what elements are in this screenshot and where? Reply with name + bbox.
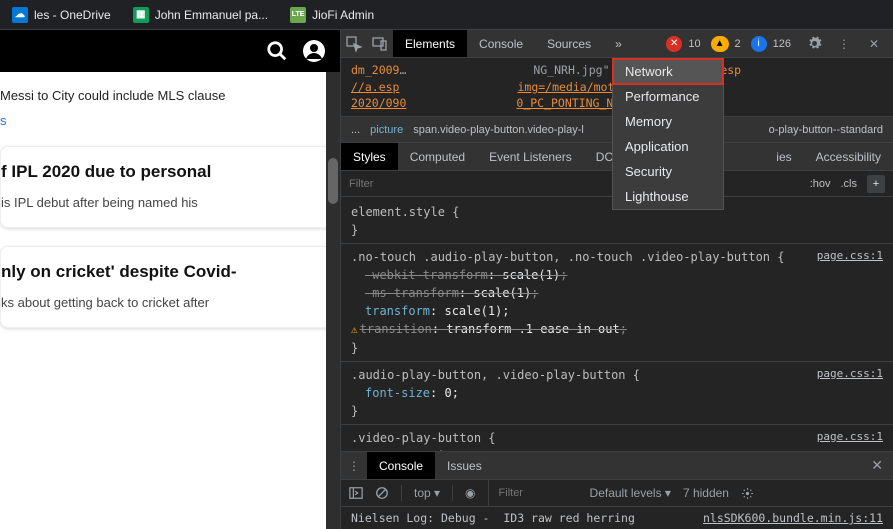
console-sidebar-icon[interactable] xyxy=(349,486,363,500)
devtools-main-tabs: Elements Console Sources » xyxy=(393,30,634,57)
onedrive-icon: ☁ xyxy=(12,7,28,23)
devtools-header: Elements Console Sources » ✕ 10 ▲ 2 i 126 ⋮… xyxy=(341,30,893,58)
tab-label: les - OneDrive xyxy=(34,8,111,22)
warning-count: 2 xyxy=(735,38,741,50)
browser-tab-sheets[interactable]: ▦ John Emmanuel pa... xyxy=(123,1,278,29)
close-devtools-icon[interactable]: ✕ xyxy=(861,30,887,58)
search-icon[interactable] xyxy=(266,40,288,62)
info-badge[interactable]: i xyxy=(751,36,767,52)
tab-computed[interactable]: Computed xyxy=(398,143,477,170)
kebab-menu-icon[interactable]: ⋮ xyxy=(831,30,857,58)
tab-label: JioFi Admin xyxy=(312,8,374,22)
console-log-line[interactable]: Nielsen Log: Debug - ID3 raw red herring… xyxy=(341,507,893,529)
tab-accessibility[interactable]: Accessibility xyxy=(804,143,893,170)
menu-item-security[interactable]: Security xyxy=(613,159,723,184)
console-toolbar: top ▾ ◉ Default levels ▾ 7 hidden xyxy=(341,480,893,507)
menu-item-application[interactable]: Application xyxy=(613,134,723,159)
rule-no-touch[interactable]: page.css:1 .no-touch .audio-play-button,… xyxy=(341,244,893,362)
rule-video-play-button[interactable]: page.css:1 .video-play-button { cursor: … xyxy=(341,425,893,451)
web-page-content: Messi to City could include MLS clause s… xyxy=(0,30,340,529)
eye-icon[interactable]: ◉ xyxy=(465,486,475,500)
headline-link[interactable]: s xyxy=(0,113,334,128)
close-drawer-icon[interactable]: ✕ xyxy=(861,457,893,474)
error-count: 10 xyxy=(688,38,700,50)
source-link[interactable]: page.css:1 xyxy=(817,248,883,265)
styles-filter-input[interactable] xyxy=(341,171,802,196)
breadcrumb-span[interactable]: span.video-play-button.video-play-l xyxy=(413,124,584,136)
menu-item-lighthouse[interactable]: Lighthouse xyxy=(613,184,723,209)
device-toggle-icon[interactable] xyxy=(367,30,393,58)
jiofi-icon: LTE xyxy=(290,7,306,23)
card-subtitle: is IPL debut after being named his xyxy=(1,194,321,213)
context-selector[interactable]: top ▾ xyxy=(414,486,440,500)
card-subtitle: ks about getting back to cricket after xyxy=(1,294,321,313)
page-header-bar xyxy=(0,30,340,72)
source-link[interactable]: page.css:1 xyxy=(817,429,883,446)
clear-console-icon[interactable] xyxy=(375,486,389,500)
menu-item-memory[interactable]: Memory xyxy=(613,109,723,134)
warning-badge[interactable]: ▲ xyxy=(711,36,729,52)
scrollbar[interactable] xyxy=(326,72,340,529)
browser-tabs: ☁ les - OneDrive ▦ John Emmanuel pa... L… xyxy=(0,0,893,30)
card-title: nly on cricket' despite Covid- xyxy=(1,261,321,294)
tab-styles[interactable]: Styles xyxy=(341,143,398,170)
inspect-element-icon[interactable] xyxy=(341,30,367,58)
log-source-link[interactable]: nlsSDK600.bundle.min.js:11 xyxy=(703,511,883,525)
console-filter-input[interactable] xyxy=(488,480,578,506)
new-rule-button[interactable]: + xyxy=(867,175,885,193)
tab-properties[interactable]: ies xyxy=(764,143,803,170)
drawer-tabs: ⋮ Console Issues ✕ xyxy=(341,452,893,480)
main-area: Messi to City could include MLS clause s… xyxy=(0,30,893,529)
card-title: f IPL 2020 due to personal xyxy=(1,161,321,194)
warning-icon: ⚠ xyxy=(351,323,358,336)
breadcrumb-picture[interactable]: picture xyxy=(370,124,403,136)
sheets-icon: ▦ xyxy=(133,7,149,23)
tab-sources[interactable]: Sources xyxy=(535,30,603,57)
settings-icon[interactable] xyxy=(801,30,827,58)
drawer-tab-issues[interactable]: Issues xyxy=(435,452,494,479)
browser-tab-onedrive[interactable]: ☁ les - OneDrive xyxy=(2,1,121,29)
headline-snippet[interactable]: Messi to City could include MLS clause xyxy=(0,82,334,113)
page-body: Messi to City could include MLS clause s… xyxy=(0,72,340,328)
source-link[interactable]: page.css:1 xyxy=(817,366,883,383)
tab-event-listeners[interactable]: Event Listeners xyxy=(477,143,584,170)
devtools-overflow-menu: Network Performance Memory Application S… xyxy=(612,58,724,210)
drawer-kebab-icon[interactable]: ⋮ xyxy=(341,452,367,480)
info-count: 126 xyxy=(773,38,791,50)
devtools-header-right: ✕ 10 ▲ 2 i 126 ⋮ ✕ xyxy=(666,30,893,58)
article-card-1[interactable]: f IPL 2020 due to personal is IPL debut … xyxy=(0,146,334,228)
scrollbar-thumb[interactable] xyxy=(328,158,338,204)
tab-elements[interactable]: Elements xyxy=(393,30,467,57)
cls-toggle[interactable]: .cls xyxy=(841,178,858,190)
article-card-2[interactable]: nly on cricket' despite Covid- ks about … xyxy=(0,246,334,328)
error-badge[interactable]: ✕ xyxy=(666,36,682,52)
rule-play-button[interactable]: page.css:1 .audio-play-button, .video-pl… xyxy=(341,362,893,425)
menu-item-performance[interactable]: Performance xyxy=(613,84,723,109)
drawer-tab-console[interactable]: Console xyxy=(367,452,435,479)
menu-item-network[interactable]: Network xyxy=(613,59,723,84)
breadcrumb-ellipsis[interactable]: ... xyxy=(351,124,360,136)
styles-panel: element.style { } page.css:1 .no-touch .… xyxy=(341,197,893,451)
tabs-overflow-button[interactable]: » xyxy=(603,30,634,57)
breadcrumb-tail[interactable]: o-play-button--standard xyxy=(769,124,883,136)
tab-label: John Emmanuel pa... xyxy=(155,8,268,22)
levels-selector[interactable]: Default levels ▾ xyxy=(590,486,671,500)
tab-console[interactable]: Console xyxy=(467,30,535,57)
styles-filter-actions: :hov .cls + xyxy=(802,175,893,193)
account-icon[interactable] xyxy=(302,39,326,63)
hov-toggle[interactable]: :hov xyxy=(810,178,831,190)
browser-tab-jiofi[interactable]: LTE JioFi Admin xyxy=(280,1,384,29)
console-drawer: ⋮ Console Issues ✕ top ▾ ◉ Default level… xyxy=(341,451,893,529)
hidden-count[interactable]: 7 hidden xyxy=(683,486,729,500)
console-settings-icon[interactable] xyxy=(741,487,754,500)
